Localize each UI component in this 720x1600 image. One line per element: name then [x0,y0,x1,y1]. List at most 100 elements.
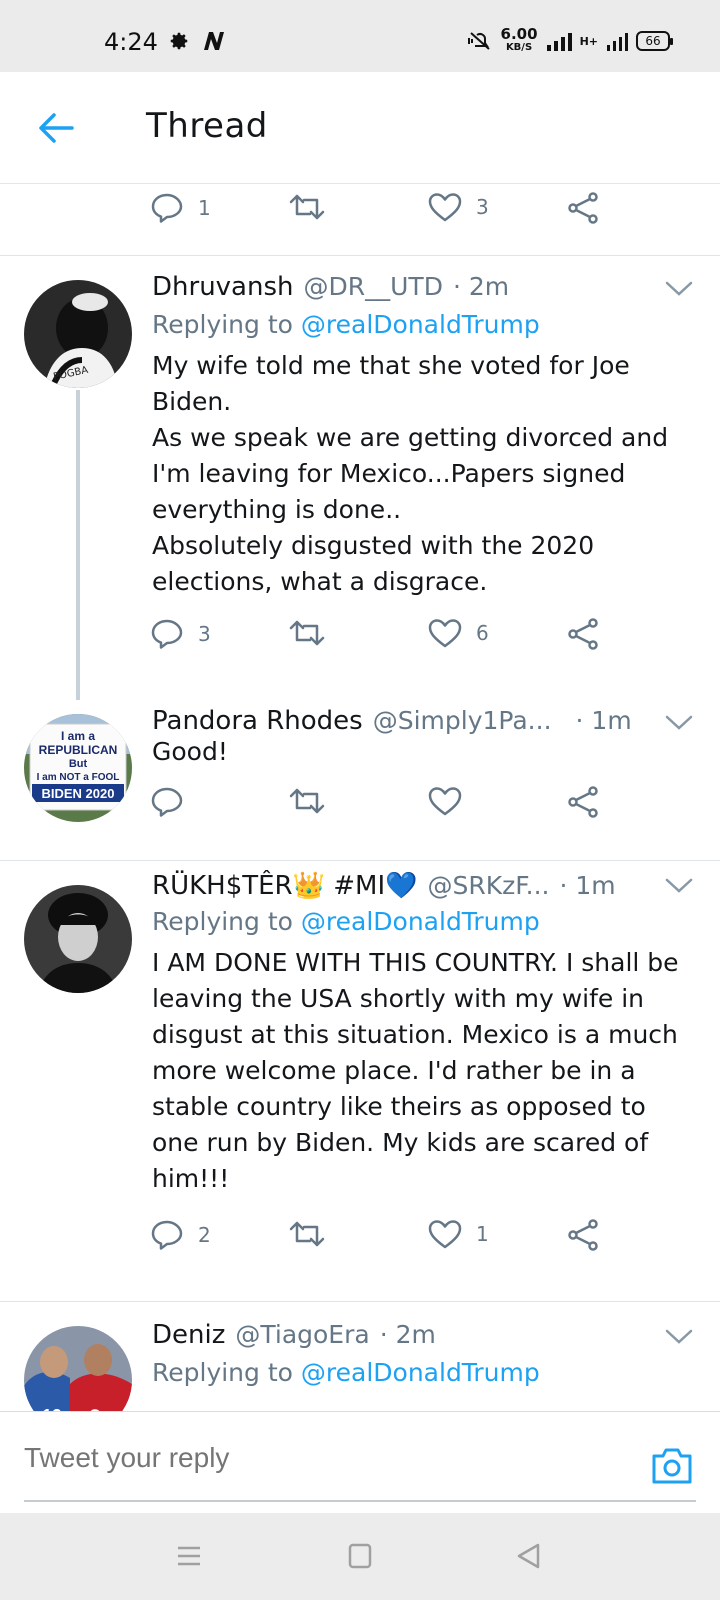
tweet-pandora-rhodes[interactable]: I am a REPUBLICAN But I am NOT a FOOL BI… [0,704,720,860]
reply-composer [0,1411,720,1513]
user-handle: @TiagoEra [235,1320,370,1349]
home-icon[interactable] [348,1543,372,1569]
retweet-button[interactable] [288,1219,326,1249]
like-count: 6 [476,621,489,645]
heart-icon [428,1220,462,1249]
retweet-icon [289,1221,325,1247]
retweet-icon [289,194,325,220]
reply-count: 3 [198,622,211,646]
reply-button[interactable]: 3 [150,618,211,650]
share-icon [568,192,598,224]
like-button[interactable] [428,786,462,816]
status-time: 4:24 [104,28,158,56]
tweet-text: My wife told me that she voted for Joe B… [152,351,669,596]
prev-tweet-actions: 1 3 [150,192,620,232]
heart-icon [428,787,462,816]
user-name[interactable]: Dhruvansh [152,272,294,302]
avatar[interactable]: I am a REPUBLICAN But I am NOT a FOOL BI… [24,714,132,822]
user-name[interactable]: RÜKH$TÊR👑 #MI💙 [152,871,418,901]
svg-text:BIDEN 2020: BIDEN 2020 [42,786,115,801]
avatar-photo: POGBA [24,280,132,388]
reply-button[interactable]: 2 [150,1219,211,1251]
user-name[interactable]: Pandora Rhodes [152,706,363,736]
tweet-dhruvansh[interactable]: POGBA Dhruvansh @DR__UTD · 2m Replying t… [0,256,720,704]
tweet-text: Good! [152,737,228,766]
reply-icon [151,619,183,649]
back-arrow-icon [39,113,74,143]
reply-button[interactable]: 1 [150,192,211,224]
share-button[interactable] [566,192,600,224]
network-type: H+ [579,34,598,48]
share-button[interactable] [566,618,600,650]
share-icon [568,786,598,818]
share-icon [568,618,598,650]
avatar[interactable] [24,885,132,993]
svg-text:I am NOT a FOOL: I am NOT a FOOL [37,772,120,783]
user-handle: @Simply1Pa... [372,706,552,735]
tweet-deniz[interactable]: 19 6 Deniz @TiagoEra · 2m Replying to @r… [0,1302,720,1411]
avatar[interactable]: 19 6 [24,1326,132,1411]
chevron-down-icon[interactable] [664,278,694,298]
tweet-text: I AM DONE WITH THIS COUNTRY. I shall be … [152,948,679,1193]
signal-2-icon [607,33,628,51]
avatar[interactable]: POGBA [24,280,132,388]
mention-link[interactable]: @realDonaldTrump [301,907,540,936]
app-header: Thread [0,72,720,184]
replying-to: Replying to @realDonaldTrump [152,1358,540,1387]
svg-text:But: But [69,758,88,770]
reply-count: 2 [198,1223,211,1247]
camera-button[interactable] [650,1446,694,1486]
avatar-sign-image: I am a REPUBLICAN But I am NOT a FOOL BI… [24,714,132,822]
like-button[interactable]: 3 [428,192,489,222]
avatar-photo: 19 6 [24,1326,132,1411]
nav-back-icon[interactable] [516,1543,542,1569]
tweet-time: · 2m [379,1320,436,1349]
retweet-button[interactable] [288,618,326,648]
chevron-down-icon[interactable] [664,875,694,895]
like-button[interactable]: 6 [428,618,489,648]
tweet-time: · 1m [575,706,632,735]
svg-text:I am a: I am a [61,729,95,743]
status-bar: 4:24 6.00 KB/S H+ 66 [0,0,720,72]
camera-icon [652,1448,692,1484]
heart-icon [428,193,462,222]
system-nav-bar [0,1513,720,1600]
tweet-time: · 1m [559,871,616,900]
like-count: 3 [476,195,489,219]
like-button[interactable]: 1 [428,1219,489,1249]
retweet-button[interactable] [288,192,326,222]
share-icon [568,1219,598,1251]
user-handle: @DR__UTD [303,272,443,301]
user-name[interactable]: Deniz [152,1320,225,1350]
tweet-time: · 2m [452,272,510,301]
mention-link[interactable]: @realDonaldTrump [301,1358,540,1387]
reply-icon [151,787,183,817]
retweet-icon [289,620,325,646]
network-speed: 6.00 KB/S [500,25,538,54]
tweet-rukhster[interactable]: RÜKH$TÊR👑 #MI💙 @SRKzF... · 1m Replying t… [0,861,720,1301]
reply-input[interactable] [24,1442,624,1474]
menu-icon[interactable] [176,1543,202,1569]
retweet-icon [289,788,325,814]
reply-icon [151,193,183,223]
reply-button[interactable] [150,786,184,818]
svg-text:REPUBLICAN: REPUBLICAN [39,743,118,757]
tweet-actions: 3 6 [150,618,620,658]
n-app-icon [204,32,224,50]
back-button[interactable] [34,106,78,150]
reply-icon [151,1220,183,1250]
input-underline [24,1500,696,1502]
replying-to: Replying to @realDonaldTrump [152,310,540,339]
user-handle: @SRKzF... [427,871,550,900]
heart-icon [428,619,462,648]
mention-link[interactable]: @realDonaldTrump [301,310,540,339]
chevron-down-icon[interactable] [664,1326,694,1346]
like-count: 1 [476,1222,489,1246]
share-button[interactable] [566,1219,600,1251]
retweet-button[interactable] [288,786,326,816]
share-button[interactable] [566,786,600,818]
thread-connector [76,390,80,700]
reply-count: 1 [198,196,211,220]
avatar-photo [24,885,132,993]
chevron-down-icon[interactable] [664,712,694,732]
